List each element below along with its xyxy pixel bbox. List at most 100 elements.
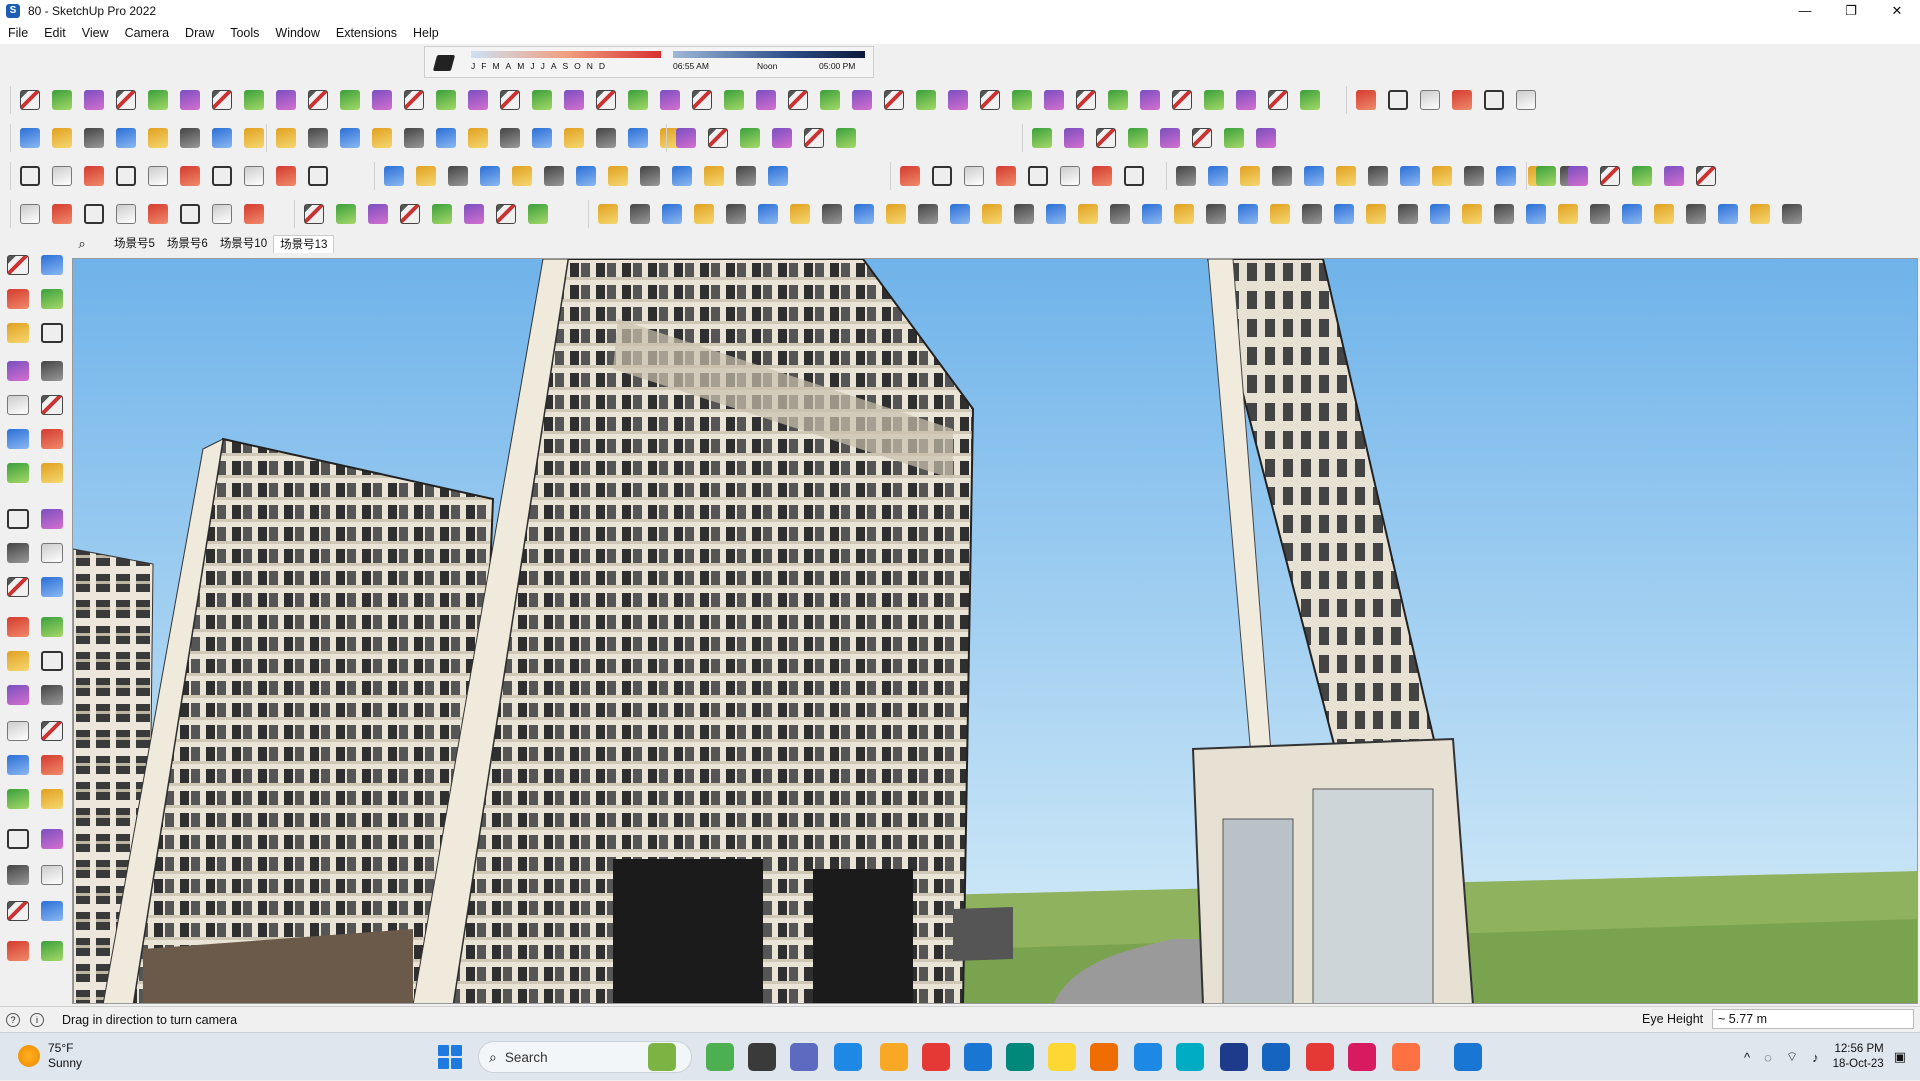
taskbar-app-icon[interactable] [1220, 1043, 1248, 1071]
tool-button[interactable] [2, 390, 34, 420]
tool-icon[interactable] [367, 125, 397, 151]
tool-icon[interactable] [1007, 87, 1037, 113]
tool-icon[interactable] [879, 87, 909, 113]
tool-icon[interactable] [1263, 87, 1293, 113]
show-hidden-icons-button[interactable]: ^ [1744, 1050, 1750, 1065]
tool-icon[interactable] [1521, 201, 1551, 227]
tool-icon[interactable] [379, 163, 409, 189]
tool-icon[interactable] [399, 87, 429, 113]
tool-icon[interactable] [1267, 163, 1297, 189]
tool-icon[interactable] [111, 87, 141, 113]
tool-button[interactable] [36, 424, 68, 454]
tool-icon[interactable] [1585, 201, 1615, 227]
tool-icon[interactable] [1745, 201, 1775, 227]
taskbar-app-icon[interactable] [1262, 1043, 1290, 1071]
tool-icon[interactable] [1235, 163, 1265, 189]
tool-icon[interactable] [1073, 201, 1103, 227]
tool-button[interactable] [2, 572, 34, 602]
tool-icon[interactable] [1479, 87, 1509, 113]
tool-icon[interactable] [767, 125, 797, 151]
tool-button[interactable] [36, 504, 68, 534]
tool-icon[interactable] [1135, 87, 1165, 113]
tool-icon[interactable] [1427, 163, 1457, 189]
tool-button[interactable] [2, 784, 34, 814]
tool-button[interactable] [2, 824, 34, 854]
menu-tools[interactable]: Tools [222, 26, 267, 40]
tool-icon[interactable] [207, 125, 237, 151]
tool-icon[interactable] [719, 87, 749, 113]
tool-icon[interactable] [331, 201, 361, 227]
tool-icon[interactable] [207, 201, 237, 227]
tool-icon[interactable] [299, 201, 329, 227]
tool-button[interactable] [2, 284, 34, 314]
tool-button[interactable] [36, 716, 68, 746]
tool-icon[interactable] [1329, 201, 1359, 227]
tool-icon[interactable] [1039, 87, 1069, 113]
tool-icon[interactable] [623, 87, 653, 113]
close-button[interactable]: ✕ [1874, 0, 1920, 22]
tool-icon[interactable] [991, 163, 1021, 189]
tool-button[interactable] [36, 750, 68, 780]
tool-icon[interactable] [753, 201, 783, 227]
tool-icon[interactable] [1511, 87, 1541, 113]
tool-icon[interactable] [977, 201, 1007, 227]
tool-icon[interactable] [1393, 201, 1423, 227]
tool-icon[interactable] [1361, 201, 1391, 227]
tool-icon[interactable] [1059, 125, 1089, 151]
tool-button[interactable] [36, 680, 68, 710]
tool-icon[interactable] [271, 163, 301, 189]
tool-icon[interactable] [1203, 163, 1233, 189]
taskbar-app-icon[interactable] [1090, 1043, 1118, 1071]
tool-icon[interactable] [559, 87, 589, 113]
taskbar-app-icon[interactable] [1306, 1043, 1334, 1071]
tool-icon[interactable] [1681, 201, 1711, 227]
taskbar-app-icon[interactable] [748, 1043, 776, 1071]
tool-icon[interactable] [1777, 201, 1807, 227]
tool-icon[interactable] [303, 125, 333, 151]
tool-icon[interactable] [625, 201, 655, 227]
tool-icon[interactable] [303, 87, 333, 113]
tool-icon[interactable] [15, 163, 45, 189]
tool-icon[interactable] [1137, 201, 1167, 227]
taskbar-app-icon[interactable] [648, 1043, 676, 1071]
tool-icon[interactable] [79, 125, 109, 151]
tool-icon[interactable] [239, 201, 269, 227]
tool-icon[interactable] [47, 87, 77, 113]
tool-button[interactable] [36, 646, 68, 676]
tool-icon[interactable] [763, 163, 793, 189]
time-slider[interactable]: 06:55 AM Noon 05:00 PM [673, 51, 865, 73]
tool-icon[interactable] [1491, 163, 1521, 189]
tool-icon[interactable] [303, 163, 333, 189]
tool-icon[interactable] [593, 201, 623, 227]
tool-icon[interactable] [367, 87, 397, 113]
menu-edit[interactable]: Edit [36, 26, 74, 40]
network-icon[interactable]: ◌ [1764, 1050, 1772, 1065]
tool-icon[interactable] [1447, 87, 1477, 113]
clock[interactable]: 12:56 PM 18-Oct-23 [1833, 1042, 1884, 1072]
tool-icon[interactable] [655, 87, 685, 113]
tool-icon[interactable] [1167, 87, 1197, 113]
tool-icon[interactable] [687, 87, 717, 113]
taskbar-app-icon[interactable] [1048, 1043, 1076, 1071]
tool-button[interactable] [2, 716, 34, 746]
tool-icon[interactable] [523, 201, 553, 227]
tool-icon[interactable] [271, 87, 301, 113]
tool-icon[interactable] [847, 87, 877, 113]
tool-icon[interactable] [47, 163, 77, 189]
tool-icon[interactable] [1023, 163, 1053, 189]
sketchup-app-icon[interactable]: S [6, 4, 20, 18]
tool-button[interactable] [36, 318, 68, 348]
tool-icon[interactable] [959, 163, 989, 189]
tool-icon[interactable] [79, 163, 109, 189]
tool-button[interactable] [36, 538, 68, 568]
tool-button[interactable] [36, 824, 68, 854]
tool-button[interactable] [2, 860, 34, 890]
tool-icon[interactable] [143, 201, 173, 227]
tool-icon[interactable] [1119, 163, 1149, 189]
tool-icon[interactable] [15, 87, 45, 113]
tool-icon[interactable] [111, 201, 141, 227]
tool-button[interactable] [36, 896, 68, 926]
tool-icon[interactable] [1649, 201, 1679, 227]
tool-icon[interactable] [111, 163, 141, 189]
tool-icon[interactable] [1659, 163, 1689, 189]
